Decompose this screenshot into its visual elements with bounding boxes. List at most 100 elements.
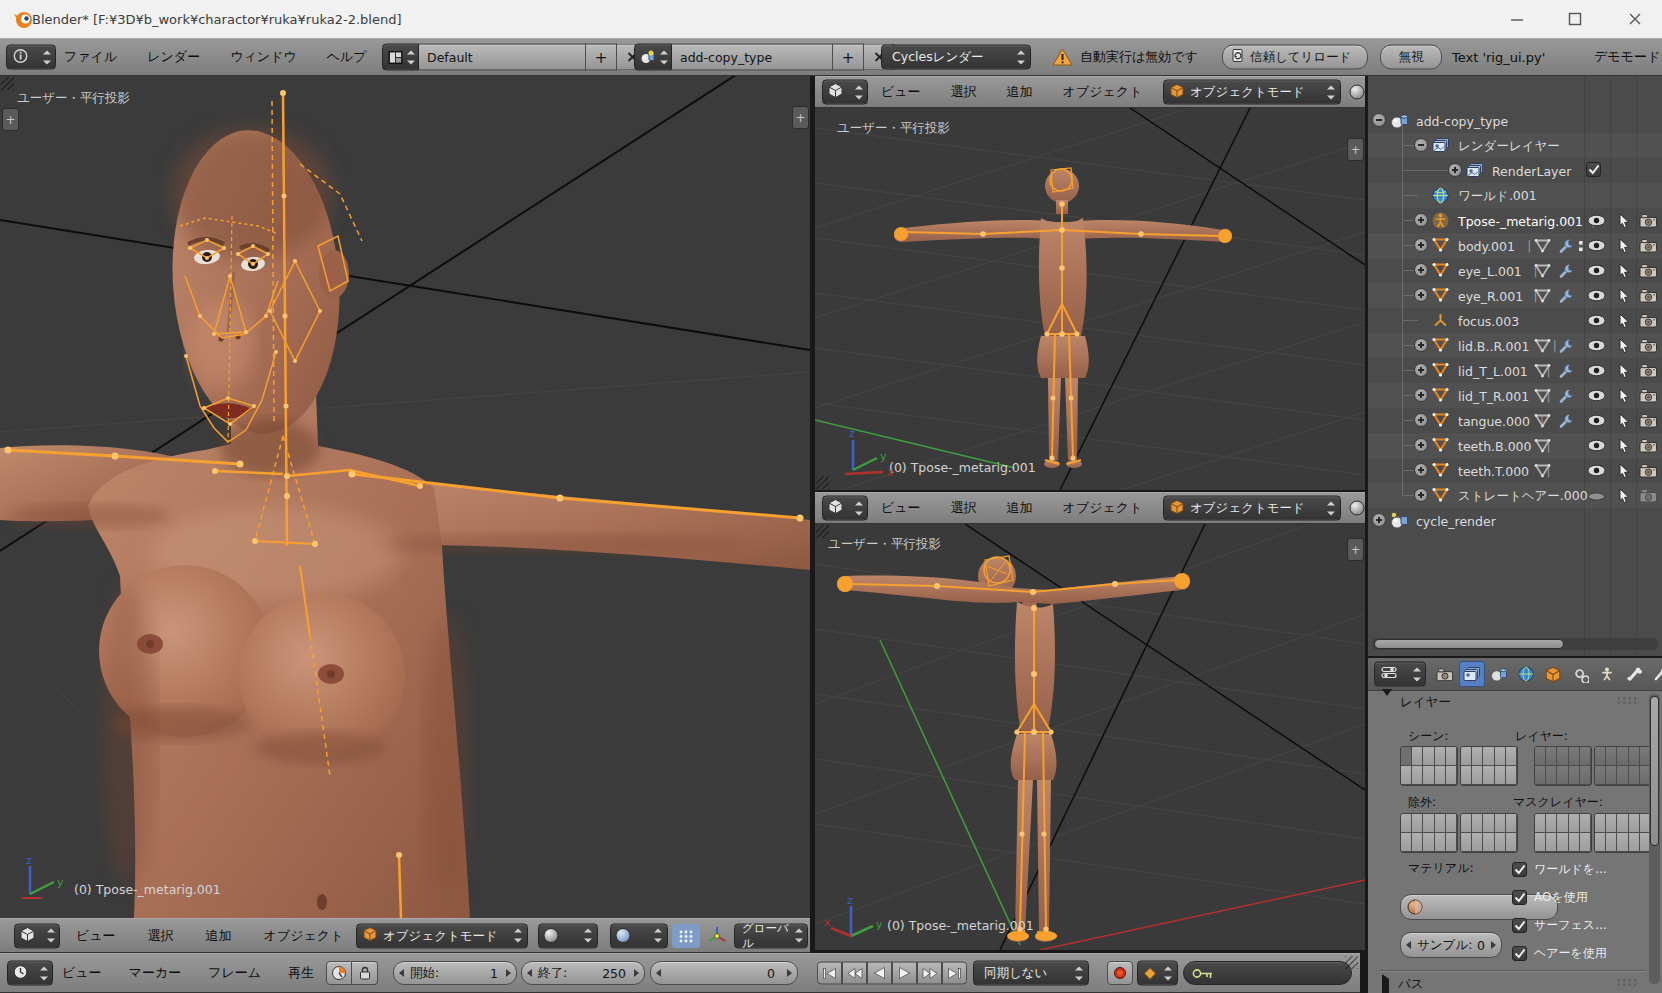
modifier-icon[interactable] bbox=[1556, 237, 1576, 254]
menu-item[interactable]: ヘルプ bbox=[327, 48, 367, 66]
editor-type-3dview-button[interactable] bbox=[822, 496, 868, 521]
selectability-toggle[interactable] bbox=[1614, 387, 1634, 404]
visibility-toggle[interactable] bbox=[1586, 437, 1606, 454]
modifier-dots-icon[interactable] bbox=[1577, 237, 1585, 254]
layers-panel-collapse[interactable] bbox=[1382, 696, 1392, 715]
layer-cell[interactable] bbox=[1535, 747, 1546, 766]
expand-toggle[interactable] bbox=[1414, 463, 1428, 477]
layer-cell[interactable] bbox=[1606, 766, 1617, 785]
expand-toggle[interactable] bbox=[1414, 138, 1428, 152]
add-screen-button[interactable]: + bbox=[586, 44, 617, 71]
exclude-layers-grid[interactable] bbox=[1460, 813, 1518, 853]
mask-layers-grid[interactable] bbox=[1594, 813, 1652, 853]
outliner-scrollbar[interactable] bbox=[1372, 638, 1658, 650]
scene-layers-grid[interactable] bbox=[1460, 746, 1518, 786]
selectability-toggle[interactable] bbox=[1614, 462, 1634, 479]
renderability-toggle[interactable] bbox=[1638, 412, 1658, 429]
layer-cell[interactable] bbox=[1435, 766, 1446, 785]
layer-cell[interactable] bbox=[1506, 833, 1517, 852]
layer-cell[interactable] bbox=[1580, 814, 1591, 833]
outliner-item-label[interactable]: lid_T_L.001 bbox=[1458, 363, 1528, 378]
outliner-row[interactable]: レンダーレイヤー bbox=[1368, 133, 1662, 158]
layer-cell[interactable] bbox=[1629, 766, 1640, 785]
tab-render[interactable] bbox=[1432, 661, 1458, 687]
layer-cell[interactable] bbox=[1535, 814, 1546, 833]
render-layers-grid[interactable] bbox=[1534, 746, 1592, 786]
outliner-row[interactable]: body.001| bbox=[1368, 233, 1662, 258]
expand-toggle[interactable] bbox=[1414, 488, 1428, 502]
layer-cell[interactable] bbox=[1495, 833, 1506, 852]
layer-cell[interactable] bbox=[1595, 747, 1606, 766]
outliner-item-label[interactable]: focus.003 bbox=[1458, 313, 1519, 328]
layer-cell[interactable] bbox=[1606, 833, 1617, 852]
outliner-row[interactable]: teeth.B.000| bbox=[1368, 433, 1662, 458]
layer-cell[interactable] bbox=[1595, 814, 1606, 833]
outliner-row[interactable]: add-copy_type bbox=[1368, 108, 1662, 133]
outliner-item-label[interactable]: lid_T_R.001 bbox=[1458, 388, 1529, 403]
screen-layout-selector[interactable]: Default + bbox=[382, 45, 648, 70]
outliner-row[interactable]: eye_R.001| bbox=[1368, 283, 1662, 308]
outliner-row[interactable]: focus.003 bbox=[1368, 308, 1662, 333]
visibility-toggle[interactable] bbox=[1586, 387, 1606, 404]
visibility-toggle[interactable] bbox=[1586, 337, 1606, 354]
expand-toggle[interactable] bbox=[1414, 263, 1428, 277]
layer-cell[interactable] bbox=[1483, 833, 1494, 852]
passes-panel-expand[interactable] bbox=[1382, 979, 1389, 993]
jump-to-start-button[interactable] bbox=[817, 962, 842, 985]
modifier-icon[interactable] bbox=[1556, 337, 1576, 354]
outliner-panel[interactable]: add-copy_typeレンダーレイヤーRenderLayerワールド.001… bbox=[1368, 76, 1662, 656]
layer-cell[interactable] bbox=[1495, 766, 1506, 785]
layer-cell[interactable] bbox=[1483, 747, 1494, 766]
selectability-toggle[interactable] bbox=[1614, 337, 1634, 354]
current-frame-field[interactable]: 0 bbox=[650, 961, 798, 985]
layer-cell[interactable] bbox=[1506, 766, 1517, 785]
menu-item[interactable]: レンダー bbox=[147, 48, 200, 66]
outliner-item-label[interactable]: teeth.B.000 bbox=[1458, 438, 1532, 453]
preview-range-button[interactable] bbox=[326, 961, 352, 985]
layer-cell[interactable] bbox=[1629, 747, 1640, 766]
expand-toggle[interactable] bbox=[1414, 213, 1428, 227]
layer-cell[interactable] bbox=[1472, 814, 1483, 833]
outliner-row[interactable]: RenderLayer bbox=[1368, 158, 1662, 183]
outliner-item-label[interactable]: lid.B..R.001 bbox=[1458, 338, 1529, 353]
add-scene-button[interactable]: + bbox=[833, 44, 864, 71]
layer-cell[interactable] bbox=[1435, 814, 1446, 833]
layer-cell[interactable] bbox=[1606, 814, 1617, 833]
tab-bone-constraints[interactable] bbox=[1648, 661, 1662, 687]
modifier-icon[interactable] bbox=[1556, 412, 1576, 429]
layer-cell[interactable] bbox=[1557, 747, 1568, 766]
manipulator-icon[interactable] bbox=[706, 925, 728, 947]
layer-cell[interactable] bbox=[1412, 814, 1423, 833]
layer-cell[interactable] bbox=[1569, 833, 1580, 852]
menu-item[interactable]: オブジェクト bbox=[264, 927, 344, 945]
samples-field[interactable]: サンプル:0 bbox=[1400, 932, 1502, 958]
menu-item[interactable]: オブジェクト bbox=[1063, 83, 1143, 101]
jump-to-end-button[interactable] bbox=[942, 962, 967, 985]
mask-layers-grid[interactable] bbox=[1534, 813, 1592, 853]
renderability-toggle[interactable] bbox=[1638, 312, 1658, 329]
tab-render-layers[interactable] bbox=[1459, 661, 1485, 687]
properties-expand-tab[interactable]: + bbox=[1347, 538, 1364, 561]
menu-item[interactable]: ビュー bbox=[881, 83, 921, 101]
layer-cell[interactable] bbox=[1580, 833, 1591, 852]
editor-type-3dview-button[interactable] bbox=[14, 923, 60, 948]
visibility-toggle[interactable] bbox=[1586, 312, 1606, 329]
menu-item[interactable]: 選択 bbox=[951, 83, 977, 101]
mode-selector[interactable]: オブジェクトモード bbox=[1163, 496, 1341, 521]
render-layers-grid[interactable] bbox=[1594, 746, 1652, 786]
shading-icon[interactable] bbox=[1349, 84, 1365, 100]
layer-cell[interactable] bbox=[1446, 747, 1457, 766]
layer-cell[interactable] bbox=[1546, 766, 1557, 785]
layer-cell[interactable] bbox=[1483, 766, 1494, 785]
selectability-toggle[interactable] bbox=[1614, 237, 1634, 254]
layer-cell[interactable] bbox=[1557, 766, 1568, 785]
selectability-toggle[interactable] bbox=[1614, 262, 1634, 279]
layer-cell[interactable] bbox=[1401, 833, 1412, 852]
renderability-toggle[interactable] bbox=[1638, 237, 1658, 254]
mesh-data-icon[interactable] bbox=[1532, 237, 1552, 254]
checkbox-use-surfaces[interactable]: サーフェス... bbox=[1512, 917, 1607, 934]
layer-cell[interactable] bbox=[1461, 747, 1472, 766]
selectability-toggle[interactable] bbox=[1614, 287, 1634, 304]
layer-cell[interactable] bbox=[1412, 833, 1423, 852]
mesh-data-icon[interactable] bbox=[1532, 437, 1552, 454]
